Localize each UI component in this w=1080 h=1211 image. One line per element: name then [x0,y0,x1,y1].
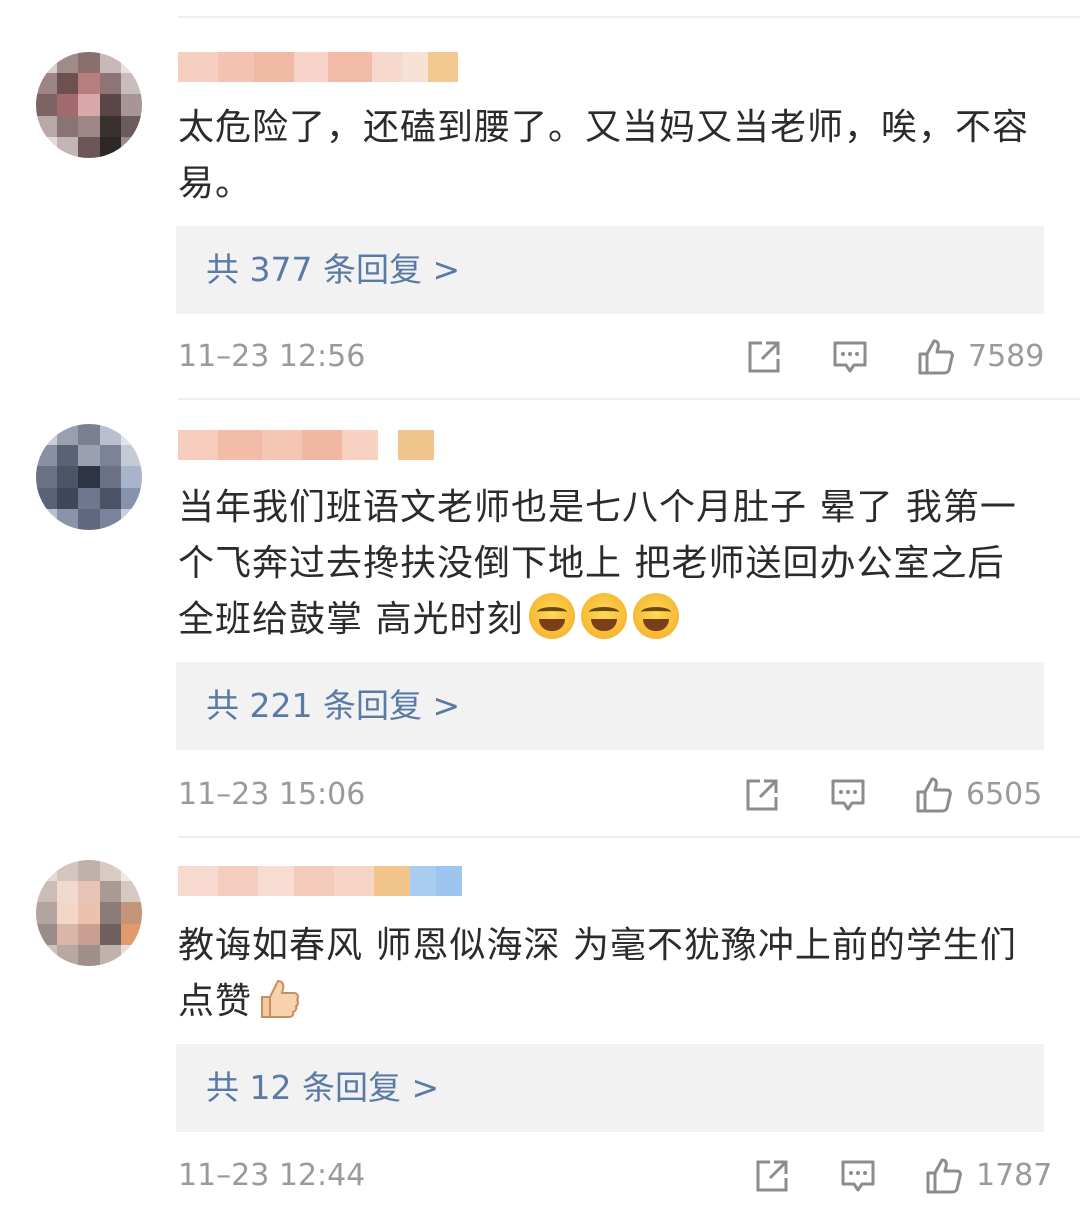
comment-meta: 11–23 12:44 1787 [178,1156,1052,1196]
thumbs-up-emoji [261,980,300,1018]
like-icon [916,777,952,813]
reply-box[interactable]: 共 221 条回复 > [176,662,1044,750]
reply-box[interactable]: 共 12 条回复 > [176,1044,1044,1132]
divider [178,398,1080,400]
view-replies-link[interactable]: 共 377 条回复 > [206,226,460,314]
like-count: 1787 [976,1158,1053,1193]
comment-icon[interactable] [832,337,868,377]
timestamp: 11–23 12:44 [178,1158,366,1193]
avatar[interactable] [36,860,142,966]
comment-text: 教诲如春风 师恩似海深 为毫不犹豫冲上前的学生们点赞 [178,925,1017,1022]
comment-meta: 11–23 12:56 7589 [178,337,1044,377]
avatar[interactable] [36,424,142,530]
timestamp: 11–23 12:56 [178,339,366,374]
laugh-cry-emoji [633,593,680,639]
share-icon[interactable] [754,1156,790,1196]
divider [178,16,1080,18]
like-button[interactable]: 7589 [916,337,1044,377]
laugh-cry-emoji [581,593,628,639]
like-icon [926,1158,962,1194]
view-replies-link[interactable]: 共 221 条回复 > [206,662,460,750]
like-count: 6505 [966,777,1043,812]
comment-text: 当年我们班语文老师也是七八个月肚子 晕了 我第一个飞奔过去搀扶没倒下地上 把老师… [178,487,1017,640]
like-count: 7589 [968,339,1045,374]
share-icon[interactable] [746,337,782,377]
like-icon [918,339,954,375]
timestamp: 11–23 15:06 [178,777,366,812]
comment-icon[interactable] [830,775,866,815]
username-blurred[interactable] [178,866,462,896]
laugh-cry-emoji [529,593,576,639]
like-button[interactable]: 6505 [914,775,1042,815]
avatar[interactable] [36,52,142,158]
comment-meta: 11–23 15:06 6505 [178,775,1044,815]
username-blurred[interactable] [178,430,434,460]
comment-icon[interactable] [840,1156,876,1196]
reply-box[interactable]: 共 377 条回复 > [176,226,1044,314]
like-button[interactable]: 1787 [924,1156,1052,1196]
view-replies-link[interactable]: 共 12 条回复 > [206,1044,439,1132]
username-blurred[interactable] [178,52,458,82]
divider [178,836,1080,838]
share-icon[interactable] [744,775,780,815]
comment-text: 太危险了，还磕到腰了。又当妈又当老师，唉，不容易。 [178,107,1030,204]
